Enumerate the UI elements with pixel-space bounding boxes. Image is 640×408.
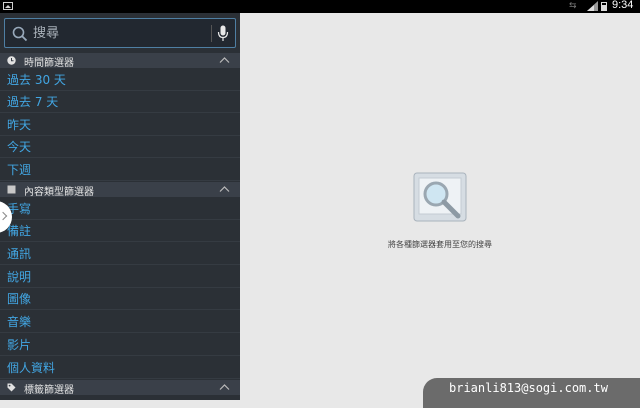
status-clock: 9:34 — [612, 0, 634, 11]
tag-filter-header[interactable]: 標籤篩選器 — [0, 380, 240, 396]
content-filter-item[interactable]: 圖像 — [0, 288, 240, 310]
search-icon — [12, 26, 28, 42]
search-divider — [211, 25, 212, 42]
time-filter-item[interactable]: 下週 — [0, 159, 240, 181]
content-filter-item[interactable]: 手寫 — [0, 198, 240, 220]
time-filter-item[interactable]: 過去 30 天 — [0, 69, 240, 91]
content-filter-item[interactable]: 影片 — [0, 334, 240, 356]
time-filter-item[interactable]: 昨天 — [0, 114, 240, 136]
content-filter-item[interactable]: 備註 — [0, 220, 240, 242]
status-bar: ⇆ 9:34 — [0, 0, 640, 13]
filter-sidebar: 時間篩選器 過去 30 天 過去 7 天 昨天 今天 下週 內容類型篩選器 手寫… — [0, 13, 240, 400]
watermark: brianli813@sogi.com.tw — [423, 378, 640, 408]
search-input[interactable] — [33, 23, 203, 43]
battery-icon — [601, 2, 607, 11]
search-document-icon — [413, 172, 467, 222]
signal-strength-icon — [587, 1, 598, 11]
search-bar[interactable] — [4, 18, 236, 48]
microphone-icon[interactable] — [217, 25, 229, 42]
time-filter-label: 時間篩選器 — [24, 58, 74, 69]
tag-filter-label: 標籤篩選器 — [24, 385, 74, 396]
clock-icon — [7, 56, 16, 65]
content-filter-item[interactable]: 音樂 — [0, 311, 240, 333]
search-results-area: 將各種篩選器套用至您的搜尋 — [240, 13, 640, 400]
data-transfer-icon: ⇆ — [569, 1, 577, 11]
content-filter-item[interactable]: 個人資料 — [0, 357, 240, 379]
content-filter-item[interactable]: 說明 — [0, 266, 240, 288]
chevron-up-icon[interactable] — [219, 185, 230, 193]
content-filter-item[interactable]: 通訊 — [0, 243, 240, 265]
time-filter-header[interactable]: 時間篩選器 — [0, 53, 240, 69]
chevron-up-icon[interactable] — [219, 383, 230, 391]
content-filter-label: 內容類型篩選器 — [24, 187, 94, 198]
gallery-notification-icon — [3, 2, 13, 10]
content-filter-header[interactable]: 內容類型篩選器 — [0, 182, 240, 198]
empty-state-message: 將各種篩選器套用至您的搜尋 — [388, 240, 492, 249]
tag-icon — [7, 383, 16, 392]
time-filter-item[interactable]: 今天 — [0, 136, 240, 158]
content-type-icon — [7, 185, 16, 194]
time-filter-item[interactable]: 過去 7 天 — [0, 91, 240, 113]
chevron-up-icon[interactable] — [219, 56, 230, 64]
